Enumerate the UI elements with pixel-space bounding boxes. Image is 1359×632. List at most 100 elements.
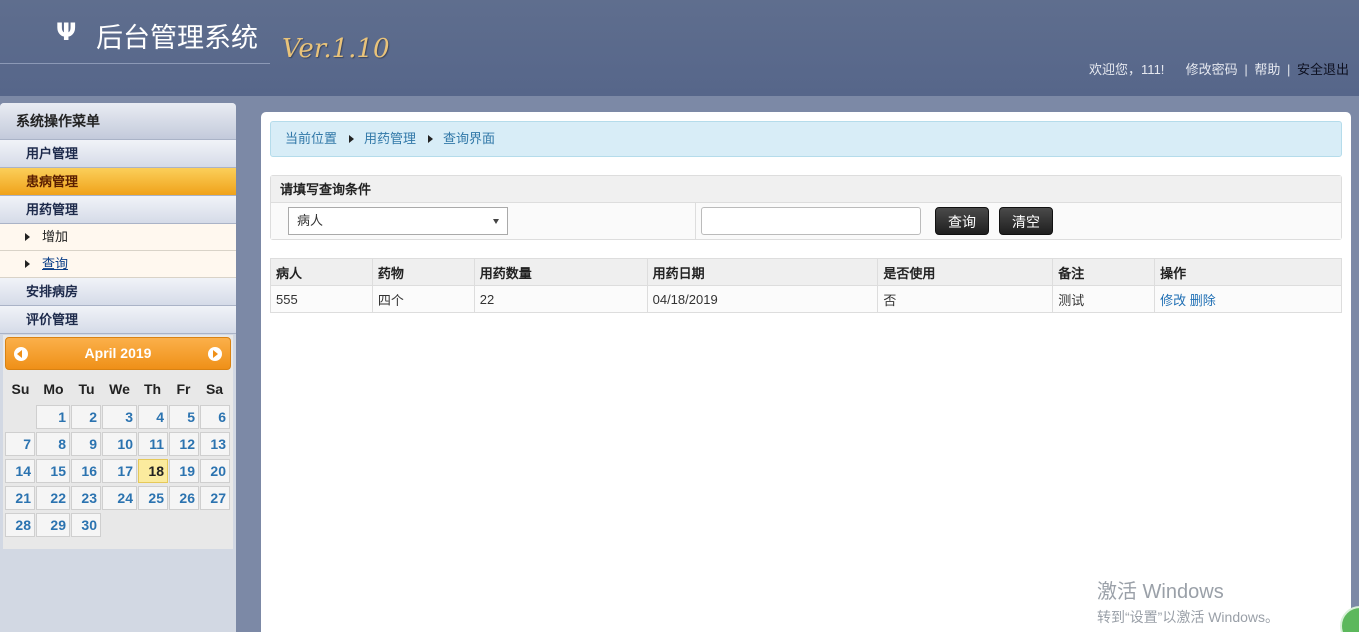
cell-remark: 测试: [1052, 285, 1156, 313]
select-value: 病人: [297, 213, 324, 228]
weekday-label: Mo: [43, 381, 64, 397]
cell-actions: 修改 删除: [1154, 285, 1342, 313]
divider: [695, 203, 696, 239]
watermark-subtitle: 转到“设置”以激活 Windows。: [1097, 609, 1280, 625]
welcome-text: 欢迎您，111!: [1089, 62, 1165, 77]
column-header: 用药日期: [646, 258, 879, 286]
sidebar-item-evaluation-management[interactable]: 评价管理: [0, 306, 236, 334]
calendar-day[interactable]: 19: [169, 459, 199, 483]
calendar-day-grid: 1 2 3 4 5 6 7 8 9 10 11 12 13 14 15 16 17 18 19 20 21 22 23 24 2…: [5, 405, 231, 545]
cell-date: 04/18/2019: [646, 285, 879, 313]
calendar-day[interactable]: 7: [5, 432, 35, 456]
calendar-day[interactable]: 3: [102, 405, 137, 429]
calendar-day[interactable]: 14: [5, 459, 35, 483]
results-table: 病人 药物 用药数量 用药日期 是否使用 备注 操作 555 四个 22 04/…: [270, 258, 1342, 313]
calendar-widget: April 2019 Su Mo Tu We Th Fr Sa 12345678…: [3, 335, 233, 549]
calendar-day[interactable]: 23: [71, 486, 101, 510]
weekday-label: We: [109, 381, 130, 397]
sidebar-item-illness-management[interactable]: 患病管理: [0, 168, 236, 196]
calendar-day[interactable]: 13: [200, 432, 230, 456]
calendar-day[interactable]: 28: [5, 513, 35, 537]
column-header: 操作: [1154, 258, 1342, 286]
calendar-day[interactable]: 25: [138, 486, 168, 510]
top-header: Ψ 后台管理系统 Ver.1.10 欢迎您，111! 修改密码 | 帮助 | 安…: [0, 0, 1359, 96]
calendar-day[interactable]: 30: [71, 513, 101, 537]
weekday-label: Th: [143, 381, 162, 397]
calendar-day[interactable]: 11: [138, 432, 168, 456]
table-header-row: 病人 药物 用药数量 用药日期 是否使用 备注 操作: [270, 258, 1342, 286]
chevron-down-icon: [493, 219, 499, 224]
breadcrumb-item[interactable]: 当前位置: [285, 131, 337, 146]
sidebar: 系统操作菜单 用户管理 患病管理 用药管理 增加 查询 安排病房 评价管理 Ap…: [0, 103, 236, 632]
watermark-title: 激活 Windows: [1097, 581, 1224, 603]
edit-link[interactable]: 修改: [1160, 293, 1186, 308]
change-password-link[interactable]: 修改密码: [1186, 62, 1238, 77]
calendar-day[interactable]: 29: [36, 513, 70, 537]
sidebar-item-user-management[interactable]: 用户管理: [0, 140, 236, 168]
calendar-day[interactable]: 16: [71, 459, 101, 483]
calendar-day[interactable]: 1: [36, 405, 70, 429]
breadcrumb-item[interactable]: 用药管理: [364, 131, 416, 146]
logo: Ψ 后台管理系统: [0, 0, 270, 64]
breadcrumb-item[interactable]: 查询界面: [443, 131, 495, 146]
column-header: 病人: [270, 258, 373, 286]
caret-right-icon: [349, 135, 355, 143]
user-links: 欢迎您，111! 修改密码 | 帮助 | 安全退出: [1089, 59, 1349, 78]
calendar-day[interactable]: 21: [5, 486, 35, 510]
calendar-day[interactable]: 26: [169, 486, 199, 510]
calendar-day[interactable]: 8: [36, 432, 70, 456]
trident-logo-icon: Ψ: [56, 18, 77, 46]
column-header: 备注: [1052, 258, 1156, 286]
query-panel: 请填写查询条件 病人 查询 清空: [270, 175, 1342, 240]
calendar-month-title: April 2019: [84, 345, 152, 361]
calendar-day[interactable]: 9: [71, 432, 101, 456]
cell-drug: 四个: [371, 285, 475, 313]
calendar-weekday-row: Su Mo Tu We Th Fr Sa: [5, 378, 231, 400]
main-content: 当前位置 用药管理 查询界面 请填写查询条件 病人 查询 清空 病人 药物 用药数量…: [261, 112, 1351, 632]
system-title: 后台管理系统: [96, 23, 258, 54]
calendar-day[interactable]: 4: [138, 405, 168, 429]
caret-right-icon: [428, 135, 434, 143]
sidebar-subitem-add[interactable]: 增加: [0, 224, 236, 251]
calendar-day[interactable]: 22: [36, 486, 70, 510]
column-header: 药物: [371, 258, 475, 286]
query-panel-title: 请填写查询条件: [271, 176, 1341, 203]
calendar-day[interactable]: 2: [71, 405, 101, 429]
calendar-day[interactable]: 6: [200, 405, 230, 429]
sidebar-subitem-label: 查询: [42, 256, 69, 271]
query-field-select[interactable]: 病人: [288, 207, 508, 235]
calendar-day[interactable]: 12: [169, 432, 199, 456]
query-input[interactable]: [701, 207, 921, 235]
sidebar-item-ward-arrangement[interactable]: 安排病房: [0, 278, 236, 306]
next-month-icon[interactable]: [208, 347, 222, 361]
weekday-label: Tu: [78, 381, 95, 397]
separator: |: [1244, 62, 1248, 77]
calendar-day-today[interactable]: 18: [138, 459, 168, 483]
windows-activation-watermark: 激活 Windows 转到“设置”以激活 Windows。: [1097, 575, 1279, 627]
help-link[interactable]: 帮助: [1254, 62, 1280, 77]
delete-link[interactable]: 删除: [1190, 293, 1216, 308]
sidebar-subitem-query[interactable]: 查询: [0, 251, 236, 278]
column-header: 用药数量: [473, 258, 648, 286]
table-row: 555 四个 22 04/18/2019 否 测试 修改 删除: [270, 285, 1342, 313]
arrow-right-icon: [25, 260, 30, 268]
clear-button[interactable]: 清空: [999, 207, 1053, 235]
logout-link[interactable]: 安全退出: [1297, 62, 1349, 77]
search-button[interactable]: 查询: [935, 207, 989, 235]
cell-patient: 555: [270, 285, 373, 313]
calendar-day[interactable]: 15: [36, 459, 70, 483]
calendar-day[interactable]: 20: [200, 459, 230, 483]
weekday-label: Fr: [176, 381, 191, 397]
column-header: 是否使用: [877, 258, 1054, 286]
cell-quantity: 22: [473, 285, 648, 313]
calendar-day[interactable]: 27: [200, 486, 230, 510]
calendar-day[interactable]: 5: [169, 405, 199, 429]
separator: |: [1286, 62, 1291, 77]
sidebar-heading: 系统操作菜单: [0, 103, 236, 140]
calendar-day[interactable]: 24: [102, 486, 137, 510]
sidebar-subitem-label: 增加: [42, 229, 69, 244]
breadcrumb: 当前位置 用药管理 查询界面: [270, 121, 1342, 157]
calendar-day[interactable]: 17: [102, 459, 137, 483]
calendar-day[interactable]: 10: [102, 432, 137, 456]
sidebar-item-medication-management[interactable]: 用药管理: [0, 196, 236, 224]
